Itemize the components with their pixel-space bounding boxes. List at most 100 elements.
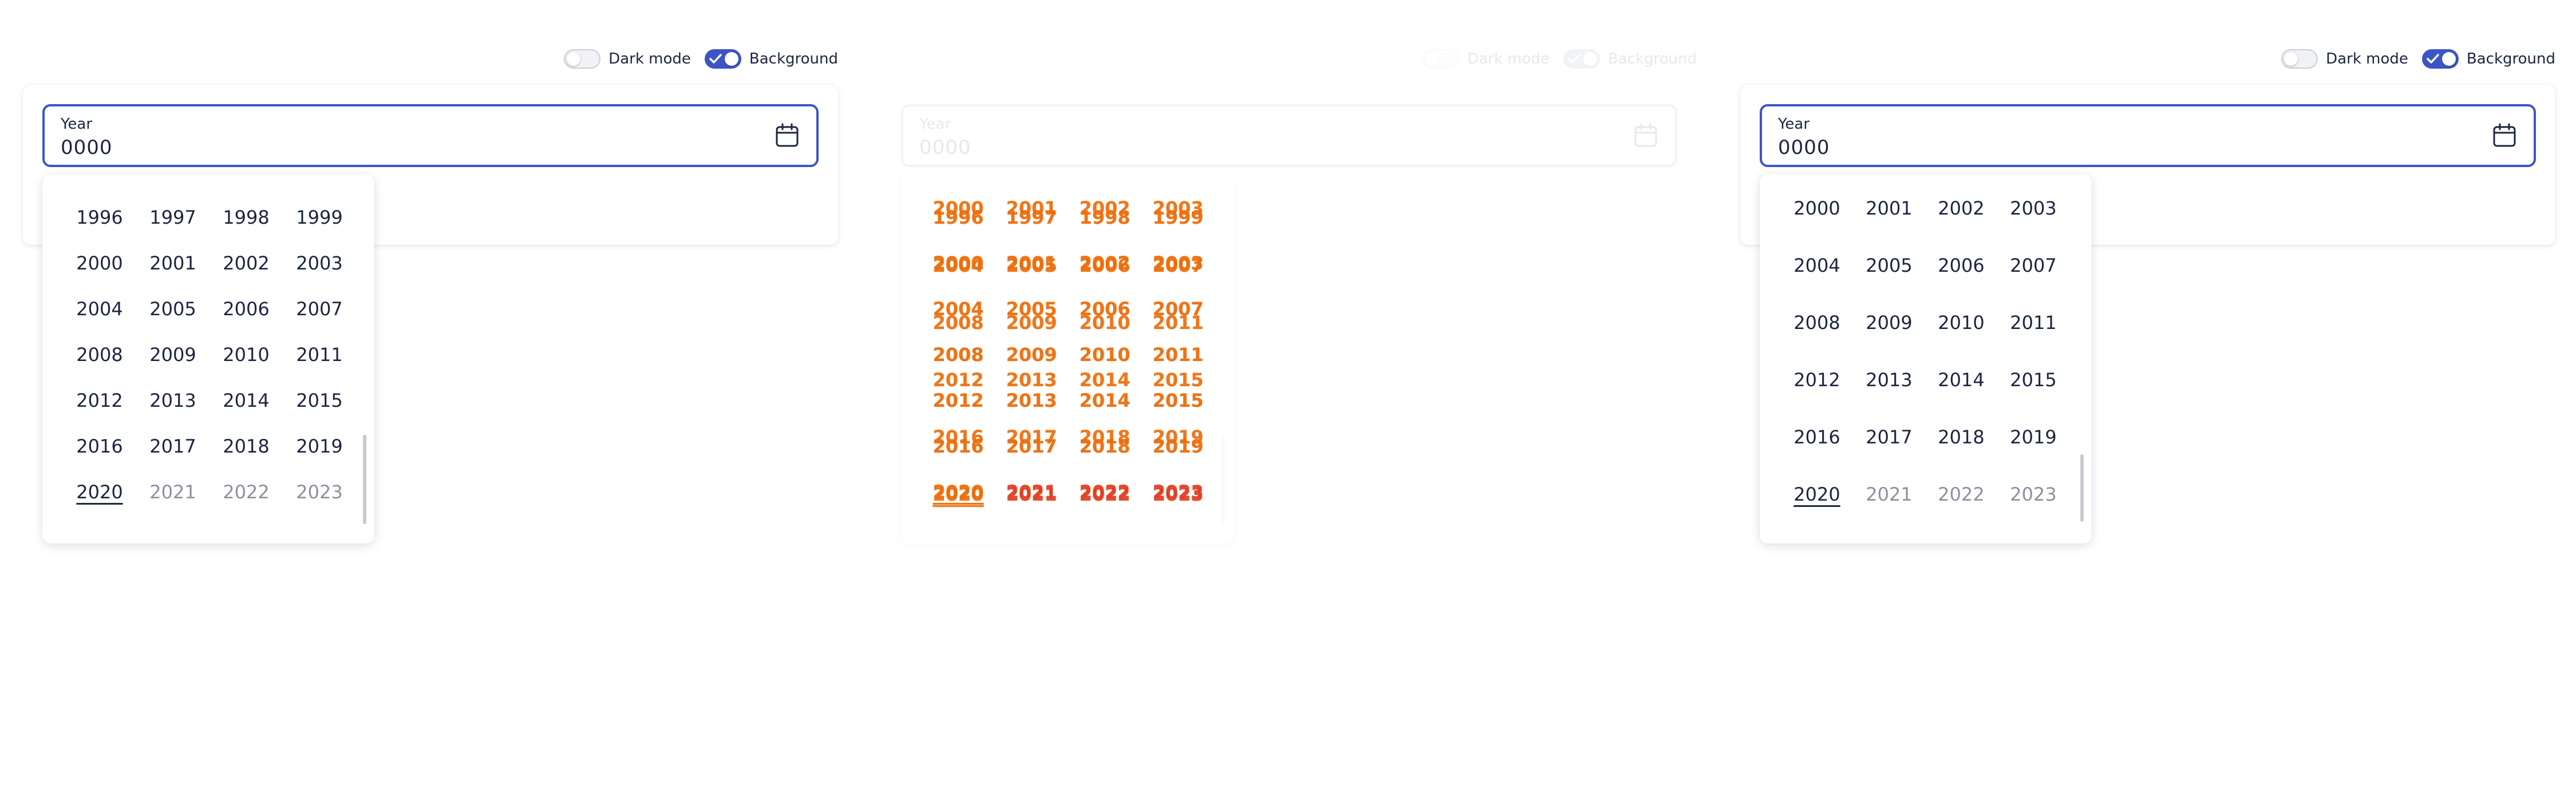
dark-mode-toggle[interactable]: Dark mode (564, 49, 691, 69)
year-option-2000[interactable]: 2000 (65, 252, 134, 275)
year-field-value[interactable]: 0000 (919, 136, 971, 159)
year-option-2010[interactable]: 2010 (1927, 311, 1996, 334)
year-option-2007[interactable]: 2007 (285, 298, 354, 320)
dark-mode-switch[interactable] (2281, 49, 2318, 69)
year-option-2000[interactable]: 2000 (1783, 197, 1851, 220)
year-option-2009[interactable]: 2009 (1855, 311, 1923, 334)
year-field[interactable]: Year 0000 (1760, 104, 2536, 167)
year-option-2008[interactable]: 2008 (924, 311, 993, 334)
dark-mode-toggle[interactable]: Dark mode (2281, 49, 2408, 69)
year-option-2005[interactable]: 2005 (997, 254, 1066, 277)
year-option-2001[interactable]: 2001 (139, 252, 207, 275)
dropdown-scrollbar[interactable] (1222, 435, 1225, 524)
year-option-2008[interactable]: 2008 (1783, 311, 1851, 334)
panel-right: Dark mode Background Year 0000 2000 2001 2… (1717, 0, 2576, 801)
year-option-2003[interactable]: 2003 (1999, 197, 2068, 220)
background-switch[interactable] (1563, 49, 1600, 69)
year-option-1998[interactable]: 1998 (212, 206, 280, 229)
year-option-2014[interactable]: 2014 (212, 389, 280, 412)
year-option-2011[interactable]: 2011 (1144, 311, 1212, 334)
year-field[interactable]: Year 0000 (901, 104, 1677, 167)
year-option-2013[interactable]: 2013 (1855, 368, 1923, 391)
year-option-2022: 2022 (1938, 483, 1985, 505)
year-option-2007[interactable]: 2007 (1999, 254, 2068, 277)
year-option-2012[interactable]: 2012 (65, 389, 134, 412)
year-option-2010[interactable]: 2010 (1070, 311, 1139, 334)
year-option-2001[interactable]: 2001 (1855, 197, 1923, 220)
dark-mode-toggle[interactable]: Dark mode (1423, 49, 1550, 69)
year-option-2017[interactable]: 2017 (139, 435, 207, 458)
dropdown-scrollbar[interactable] (2080, 454, 2084, 522)
year-option-2011[interactable]: 2011 (285, 343, 354, 366)
year-option-2002[interactable]: 2002 (212, 252, 280, 275)
display-controls: Dark mode Background (564, 49, 838, 69)
toggle-knob (2284, 52, 2298, 66)
year-option-2009[interactable]: 2009 (139, 343, 207, 366)
year-option-2008[interactable]: 2008 (65, 343, 134, 366)
dark-mode-switch[interactable] (1423, 49, 1460, 69)
year-option-2019[interactable]: 2019 (285, 435, 354, 458)
year-option-2004[interactable]: 2004 (1783, 254, 1851, 277)
display-controls: Dark mode Background (1423, 49, 1697, 69)
year-option-2017[interactable]: 2017 (1855, 426, 1923, 449)
year-option-2002[interactable]: 2002 (1927, 197, 1996, 220)
year-option-2012[interactable]: 2012 (924, 368, 993, 391)
year-option-2006[interactable]: 2006 (212, 298, 280, 320)
dropdown-scrollbar[interactable] (363, 435, 366, 524)
year-option-2004[interactable]: 2004 (65, 298, 134, 320)
year-option-2023: 2023 (1152, 483, 1204, 505)
year-field-value[interactable]: 0000 (61, 136, 113, 159)
year-option-2005[interactable]: 2005 (139, 298, 207, 320)
year-option-2004[interactable]: 2004 (924, 254, 993, 277)
year-option-2018[interactable]: 2018 (1927, 426, 1996, 449)
year-option-2020[interactable]: 2020 (65, 481, 134, 503)
year-option-2003[interactable]: 2003 (285, 252, 354, 275)
dark-mode-switch[interactable] (564, 49, 601, 69)
calendar-icon[interactable] (1633, 122, 1659, 149)
background-label: Background (2466, 50, 2555, 68)
background-switch[interactable] (2421, 49, 2459, 69)
year-option-2015[interactable]: 2015 (285, 389, 354, 412)
year-option-2016[interactable]: 2016 (65, 435, 134, 458)
year-option-2012[interactable]: 2012 (1783, 368, 1851, 391)
year-option-2013[interactable]: 2013 (139, 389, 207, 412)
year-option-2006[interactable]: 2006 (1927, 254, 1996, 277)
year-option-2019[interactable]: 2019 (1999, 426, 2068, 449)
year-option-2009[interactable]: 2009 (997, 311, 1066, 334)
background-toggle[interactable]: Background (2421, 49, 2555, 69)
year-option-1996[interactable]: 1996 (65, 206, 134, 229)
year-option-2000[interactable]: 2000 (924, 197, 993, 220)
year-option-2011[interactable]: 2011 (1999, 311, 2068, 334)
year-option-2003[interactable]: 2003 (1144, 197, 1212, 220)
year-option-2002[interactable]: 2002 (1070, 197, 1139, 220)
year-option-2020[interactable]: 2020 (924, 483, 993, 506)
year-field-value[interactable]: 0000 (1778, 136, 1830, 159)
year-option-1997[interactable]: 1997 (139, 206, 207, 229)
year-field[interactable]: Year 0000 (42, 104, 819, 167)
year-option-2018[interactable]: 2018 (212, 435, 280, 458)
year-option-2016[interactable]: 2016 (1783, 426, 1851, 449)
year-option-2019[interactable]: 2019 (1144, 426, 1212, 449)
background-toggle[interactable]: Background (1563, 49, 1697, 69)
year-option-2018[interactable]: 2018 (1070, 426, 1139, 449)
year-option-2007[interactable]: 2007 (1144, 254, 1212, 277)
year-option-2021: 2021 (149, 481, 196, 503)
year-option-2015[interactable]: 2015 (1144, 368, 1212, 391)
calendar-icon[interactable] (774, 122, 800, 149)
year-option-2013[interactable]: 2013 (997, 368, 1066, 391)
year-option-1999[interactable]: 1999 (285, 206, 354, 229)
calendar-icon[interactable] (2491, 122, 2518, 149)
background-toggle[interactable]: Background (704, 49, 838, 69)
year-option-2014[interactable]: 2014 (1070, 368, 1139, 391)
year-option-2015[interactable]: 2015 (1999, 368, 2068, 391)
year-option-2010[interactable]: 2010 (212, 343, 280, 366)
year-option-2006[interactable]: 2006 (1070, 254, 1139, 277)
year-option-2014[interactable]: 2014 (1927, 368, 1996, 391)
year-option-2020[interactable]: 2020 (1783, 483, 1851, 506)
background-switch[interactable] (704, 49, 741, 69)
background-label: Background (1607, 50, 1697, 68)
year-option-2001[interactable]: 2001 (997, 197, 1066, 220)
year-option-2016[interactable]: 2016 (924, 426, 993, 449)
year-option-2005[interactable]: 2005 (1855, 254, 1923, 277)
year-option-2017[interactable]: 2017 (997, 426, 1066, 449)
